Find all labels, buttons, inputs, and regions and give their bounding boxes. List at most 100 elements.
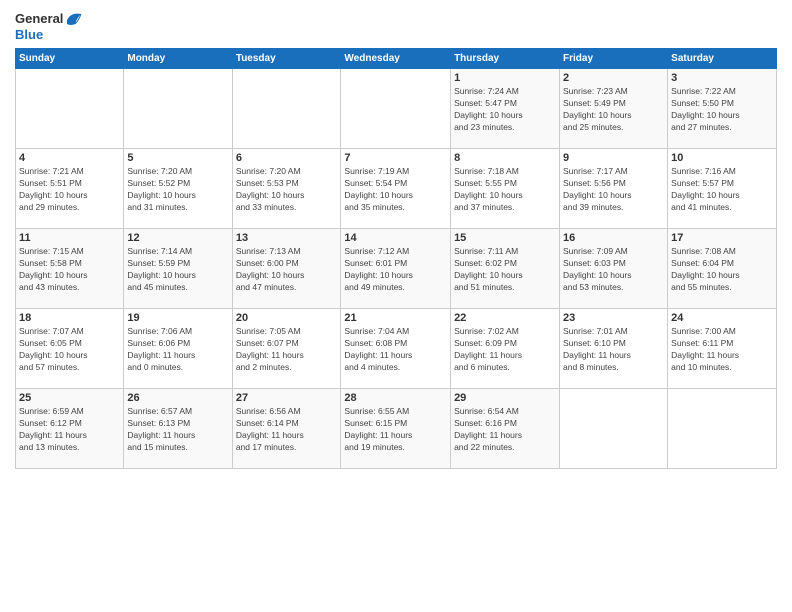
calendar-cell: 6 Sunrise: 7:20 AMSunset: 5:53 PMDaylight… [232,149,341,229]
day-number: 17 [671,232,773,244]
calendar: SundayMondayTuesdayWednesdayThursdayFrid… [15,48,777,469]
day-number: 21 [344,312,447,324]
day-info: Sunrise: 7:15 AMSunset: 5:58 PMDaylight:… [19,246,120,294]
day-info: Sunrise: 7:18 AMSunset: 5:55 PMDaylight:… [454,166,556,214]
day-number: 1 [454,72,556,84]
calendar-week-4: 25 Sunrise: 6:59 AMSunset: 6:12 PMDayligh… [16,389,777,469]
calendar-cell: 14Sunrise: 7:12 AMSunset: 6:01 PMDayligh… [341,229,451,309]
day-number: 4 [19,152,120,164]
day-number: 24 [671,312,773,324]
day-info: Sunrise: 7:05 AMSunset: 6:07 PMDaylight:… [236,326,338,374]
page: General Blue SundayMondayTuesdayWednesda… [0,0,792,612]
day-number: 22 [454,312,556,324]
day-info: Sunrise: 7:12 AMSunset: 6:01 PMDaylight:… [344,246,447,294]
calendar-header-monday: Monday [124,49,232,69]
calendar-cell: 27 Sunrise: 6:56 AMSunset: 6:14 PMDayligh… [232,389,341,469]
day-info: Sunrise: 7:09 AMSunset: 6:03 PMDaylight:… [563,246,664,294]
logo-blue: Blue [15,28,83,42]
day-number: 26 [127,392,228,404]
calendar-cell: 16 Sunrise: 7:09 AMSunset: 6:03 PMDayligh… [560,229,668,309]
day-number: 16 [563,232,664,244]
day-number: 19 [127,312,228,324]
calendar-cell: 24Sunrise: 7:00 AMSunset: 6:11 PMDayligh… [668,309,777,389]
day-info: Sunrise: 7:04 AMSunset: 6:08 PMDaylight:… [344,326,447,374]
calendar-cell: 20 Sunrise: 7:05 AMSunset: 6:07 PMDayligh… [232,309,341,389]
calendar-cell: 1 Sunrise: 7:24 AMSunset: 5:47 PMDaylight… [451,69,560,149]
calendar-cell [232,69,341,149]
day-info: Sunrise: 7:13 AMSunset: 6:00 PMDaylight:… [236,246,338,294]
day-number: 6 [236,152,338,164]
calendar-cell: 28 Sunrise: 6:55 AMSunset: 6:15 PMDayligh… [341,389,451,469]
calendar-header-thursday: Thursday [451,49,560,69]
calendar-cell: 3 Sunrise: 7:22 AMSunset: 5:50 PMDaylight… [668,69,777,149]
day-info: Sunrise: 6:57 AMSunset: 6:13 PMDaylight:… [127,406,228,454]
calendar-header-friday: Friday [560,49,668,69]
calendar-cell [560,389,668,469]
calendar-cell: 29 Sunrise: 6:54 AMSunset: 6:16 PMDayligh… [451,389,560,469]
day-number: 23 [563,312,664,324]
day-info: Sunrise: 7:19 AMSunset: 5:54 PMDaylight:… [344,166,447,214]
day-info: Sunrise: 7:02 AMSunset: 6:09 PMDaylight:… [454,326,556,374]
day-number: 7 [344,152,447,164]
calendar-cell [341,69,451,149]
calendar-cell [124,69,232,149]
calendar-cell: 21 Sunrise: 7:04 AMSunset: 6:08 PMDayligh… [341,309,451,389]
day-info: Sunrise: 7:22 AMSunset: 5:50 PMDaylight:… [671,86,773,134]
day-number: 12 [127,232,228,244]
day-info: Sunrise: 7:11 AMSunset: 6:02 PMDaylight:… [454,246,556,294]
day-info: Sunrise: 6:56 AMSunset: 6:14 PMDaylight:… [236,406,338,454]
day-info: Sunrise: 7:17 AMSunset: 5:56 PMDaylight:… [563,166,664,214]
calendar-cell [16,69,124,149]
calendar-cell: 7 Sunrise: 7:19 AMSunset: 5:54 PMDaylight… [341,149,451,229]
calendar-cell: 23 Sunrise: 7:01 AMSunset: 6:10 PMDayligh… [560,309,668,389]
calendar-cell: 25 Sunrise: 6:59 AMSunset: 6:12 PMDayligh… [16,389,124,469]
day-number: 25 [19,392,120,404]
calendar-header-saturday: Saturday [668,49,777,69]
day-number: 13 [236,232,338,244]
day-info: Sunrise: 7:06 AMSunset: 6:06 PMDaylight:… [127,326,228,374]
calendar-week-1: 4 Sunrise: 7:21 AMSunset: 5:51 PMDaylight… [16,149,777,229]
calendar-header-tuesday: Tuesday [232,49,341,69]
calendar-week-3: 18 Sunrise: 7:07 AMSunset: 6:05 PMDayligh… [16,309,777,389]
day-info: Sunrise: 7:20 AMSunset: 5:52 PMDaylight:… [127,166,228,214]
day-number: 29 [454,392,556,404]
day-info: Sunrise: 7:08 AMSunset: 6:04 PMDaylight:… [671,246,773,294]
day-info: Sunrise: 7:20 AMSunset: 5:53 PMDaylight:… [236,166,338,214]
calendar-cell: 4 Sunrise: 7:21 AMSunset: 5:51 PMDaylight… [16,149,124,229]
calendar-header-row: SundayMondayTuesdayWednesdayThursdayFrid… [16,49,777,69]
calendar-cell: 18 Sunrise: 7:07 AMSunset: 6:05 PMDayligh… [16,309,124,389]
logo-general: General [15,12,63,26]
calendar-cell: 22 Sunrise: 7:02 AMSunset: 6:09 PMDayligh… [451,309,560,389]
calendar-header-sunday: Sunday [16,49,124,69]
day-number: 20 [236,312,338,324]
calendar-cell: 15Sunrise: 7:11 AMSunset: 6:02 PMDayligh… [451,229,560,309]
day-info: Sunrise: 7:24 AMSunset: 5:47 PMDaylight:… [454,86,556,134]
day-info: Sunrise: 7:01 AMSunset: 6:10 PMDaylight:… [563,326,664,374]
calendar-cell: 13 Sunrise: 7:13 AMSunset: 6:00 PMDayligh… [232,229,341,309]
day-info: Sunrise: 7:21 AMSunset: 5:51 PMDaylight:… [19,166,120,214]
day-info: Sunrise: 7:23 AMSunset: 5:49 PMDaylight:… [563,86,664,134]
header: General Blue [15,10,777,42]
day-number: 28 [344,392,447,404]
day-number: 18 [19,312,120,324]
day-info: Sunrise: 6:59 AMSunset: 6:12 PMDaylight:… [19,406,120,454]
day-info: Sunrise: 6:54 AMSunset: 6:16 PMDaylight:… [454,406,556,454]
day-number: 5 [127,152,228,164]
calendar-cell: 11 Sunrise: 7:15 AMSunset: 5:58 PMDayligh… [16,229,124,309]
day-info: Sunrise: 6:55 AMSunset: 6:15 PMDaylight:… [344,406,447,454]
calendar-cell: 17 Sunrise: 7:08 AMSunset: 6:04 PMDayligh… [668,229,777,309]
calendar-cell: 9Sunrise: 7:17 AMSunset: 5:56 PMDaylight… [560,149,668,229]
calendar-header-wednesday: Wednesday [341,49,451,69]
logo: General Blue [15,10,83,42]
day-number: 8 [454,152,556,164]
calendar-cell [668,389,777,469]
logo-bird-icon [65,10,83,28]
calendar-cell: 5 Sunrise: 7:20 AMSunset: 5:52 PMDaylight… [124,149,232,229]
calendar-cell: 8 Sunrise: 7:18 AMSunset: 5:55 PMDaylight… [451,149,560,229]
calendar-cell: 26 Sunrise: 6:57 AMSunset: 6:13 PMDayligh… [124,389,232,469]
day-number: 3 [671,72,773,84]
day-number: 11 [19,232,120,244]
day-info: Sunrise: 7:07 AMSunset: 6:05 PMDaylight:… [19,326,120,374]
day-number: 27 [236,392,338,404]
calendar-week-2: 11 Sunrise: 7:15 AMSunset: 5:58 PMDayligh… [16,229,777,309]
